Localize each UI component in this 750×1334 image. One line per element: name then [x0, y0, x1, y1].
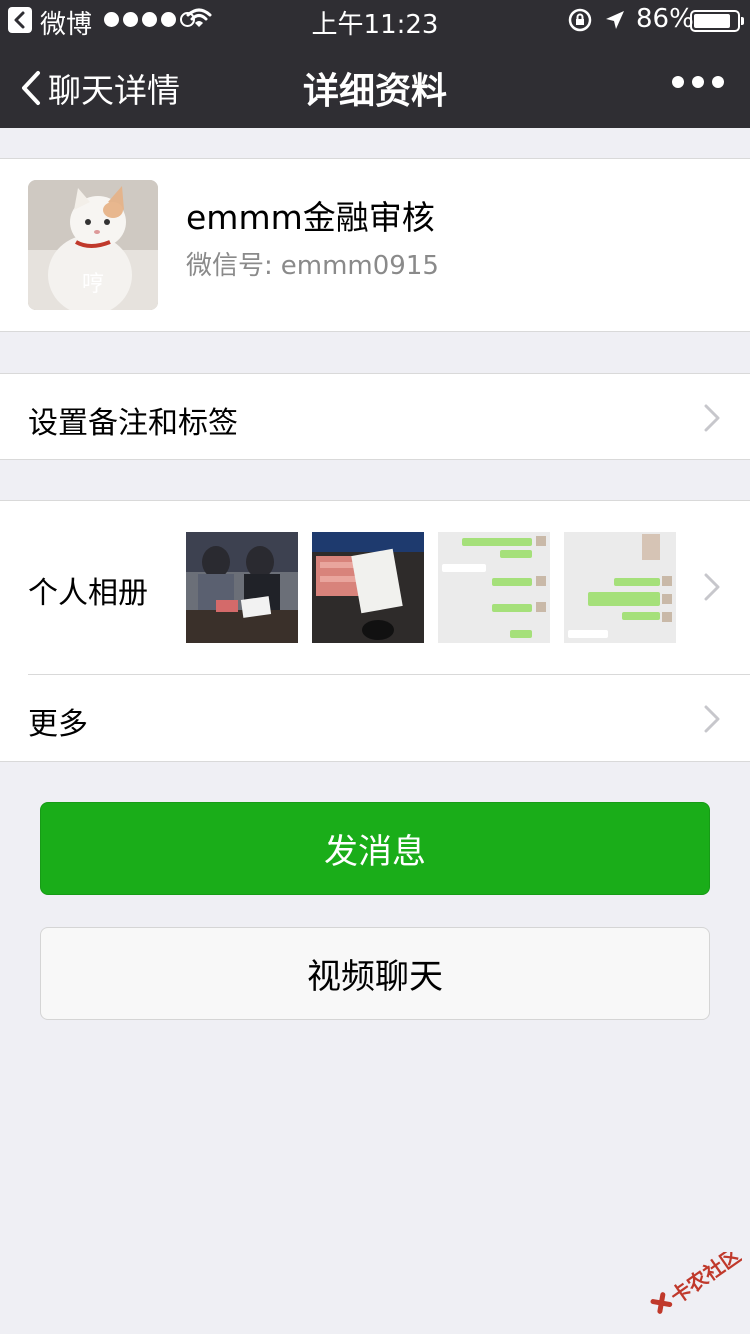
album-thumbnail[interactable] — [564, 532, 676, 643]
more-row[interactable]: 更多 — [0, 675, 750, 762]
more-options-icon[interactable] — [672, 76, 724, 88]
album-thumbnail[interactable] — [312, 532, 424, 643]
wechat-id-line: 微信号: emmm0915 — [186, 245, 439, 282]
nav-bar: 聊天详情 详细资料 — [0, 40, 750, 128]
album-thumbnail[interactable] — [186, 532, 298, 643]
album-thumbnail[interactable] — [438, 532, 550, 643]
chevron-right-icon — [704, 404, 720, 432]
avatar-caption: 哼 — [81, 272, 104, 297]
status-bar: 微博 上午11:23 86% — [0, 0, 750, 40]
wechat-id: emmm0915 — [280, 251, 439, 281]
battery-percent: 86% — [636, 4, 694, 34]
remark-tags-row[interactable]: 设置备注和标签 — [0, 373, 750, 460]
battery-icon — [690, 10, 744, 32]
personal-album-row[interactable]: 个人相册 — [0, 501, 750, 674]
page-title: 详细资料 — [302, 71, 447, 112]
avatar[interactable]: 哼 — [28, 180, 158, 310]
chevron-right-icon — [704, 573, 720, 601]
watermark-text: 卡农社区 — [666, 1252, 742, 1308]
album-more-group: 个人相册 更多 — [0, 500, 750, 762]
video-chat-button[interactable]: 视频聊天 — [40, 927, 710, 1020]
orientation-lock-icon — [568, 8, 592, 39]
wechat-id-label: 微信号: — [186, 251, 273, 281]
header: 微博 上午11:23 86% 聊天详情 详细资料 — [0, 0, 750, 128]
profile-card: 哼 emmm金融审核 微信号: emmm0915 — [0, 158, 750, 332]
nickname: emmm金融审核 — [186, 198, 435, 237]
personal-album-label: 个人相册 — [28, 576, 148, 611]
send-message-button[interactable]: 发消息 — [40, 802, 710, 895]
watermark-logo: 卡农社区 — [642, 1243, 745, 1320]
more-label: 更多 — [28, 707, 88, 742]
remark-tags-label: 设置备注和标签 — [28, 406, 238, 441]
chevron-right-icon — [704, 705, 720, 733]
album-thumbnails — [186, 532, 676, 643]
location-arrow-icon — [604, 8, 626, 38]
